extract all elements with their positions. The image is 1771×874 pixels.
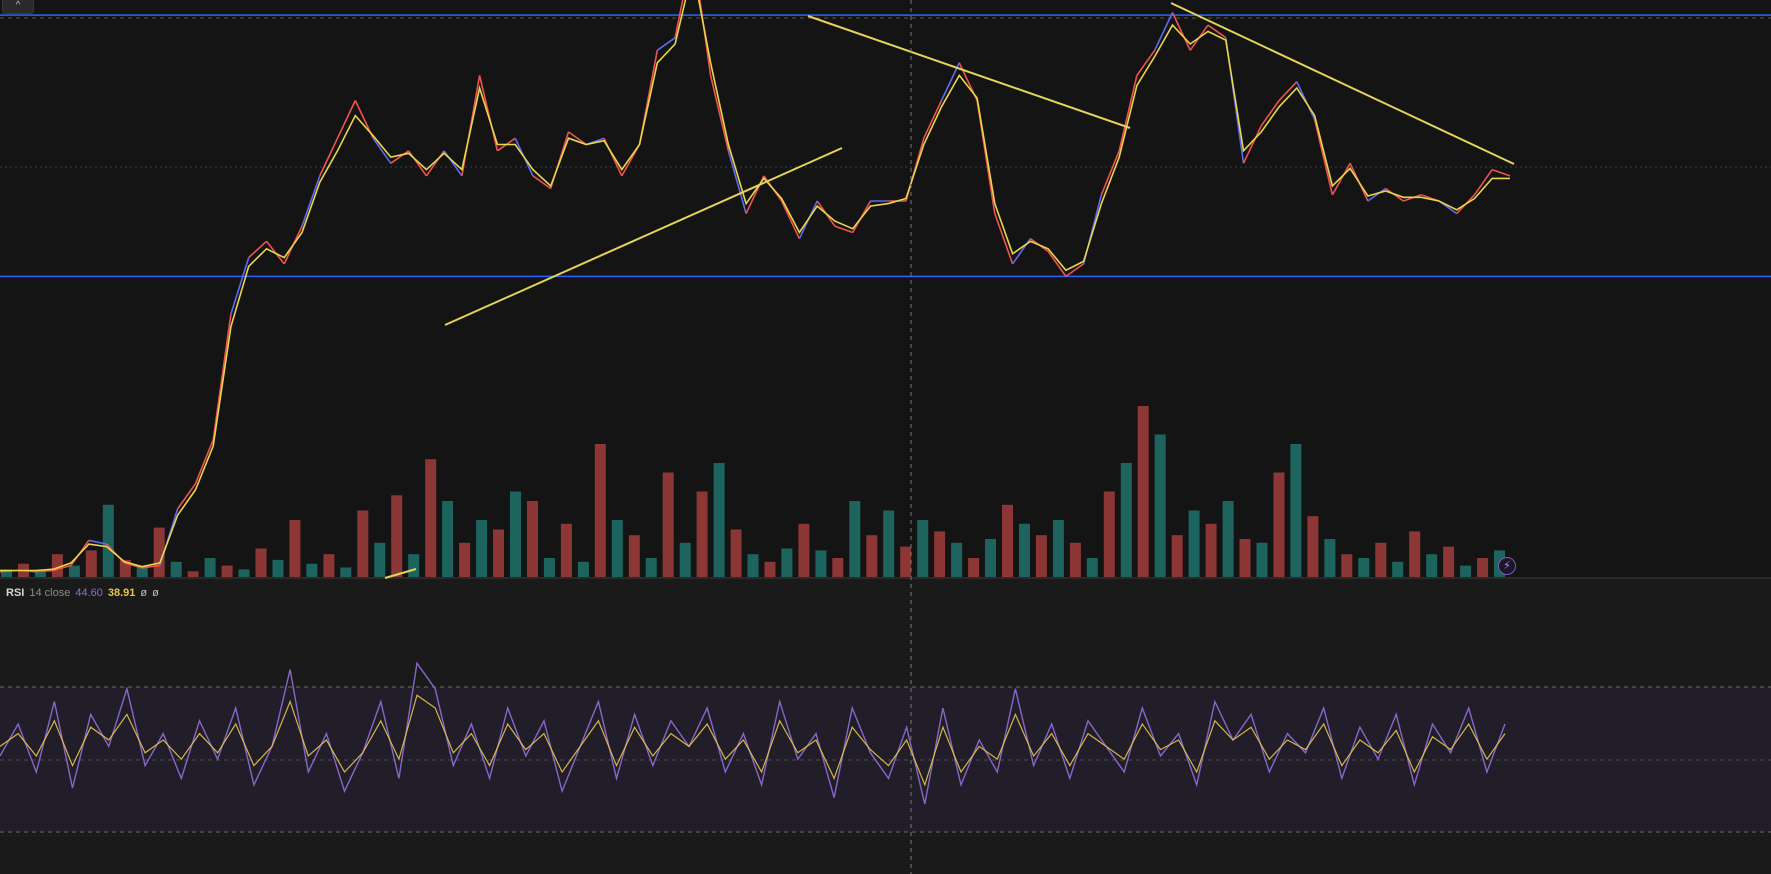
volume-bar — [730, 529, 742, 577]
volume-bar — [781, 548, 793, 577]
volume-bar — [1443, 546, 1455, 577]
volume-bar — [951, 542, 963, 577]
volume-bar — [594, 444, 606, 577]
volume-bar — [238, 569, 250, 577]
volume-bar — [560, 523, 572, 577]
volume-bar — [679, 542, 691, 577]
volume-bar — [1273, 472, 1285, 577]
volume-bar — [323, 554, 335, 577]
volume-bar — [934, 531, 946, 577]
volume-bar — [187, 571, 199, 577]
volume-bar — [1307, 516, 1319, 577]
volume-bar — [1035, 535, 1047, 577]
volume-bar — [849, 501, 861, 577]
rsi-legend-value: 44.60 — [75, 587, 103, 599]
volume-bar — [645, 558, 657, 577]
volume-bar — [1086, 558, 1098, 577]
volume-bar — [1426, 554, 1438, 577]
volume-bar — [1154, 434, 1166, 577]
volume-bar — [628, 535, 640, 577]
volume-bar — [968, 558, 980, 577]
volume-bar — [1409, 531, 1421, 577]
volume-bar — [85, 550, 97, 577]
volume-bar — [1205, 523, 1217, 577]
volume-bar — [611, 520, 623, 577]
rsi-legend[interactable]: RSI 14 close 44.60 38.91 ø ø — [6, 585, 164, 601]
volume-bar — [1477, 558, 1489, 577]
volume-bar — [408, 554, 420, 577]
volume-bar — [459, 542, 471, 577]
volume-bar — [391, 495, 403, 577]
volume-bar — [1171, 535, 1183, 577]
volume-bar — [102, 504, 114, 577]
volume-bar — [204, 558, 216, 577]
volume-bar — [696, 491, 708, 577]
rsi-legend-ma-value: 38.91 — [107, 587, 136, 599]
volume-bar — [340, 567, 352, 577]
volume-bar — [543, 558, 555, 577]
volume-bar — [1358, 558, 1370, 577]
volume-bar — [289, 520, 301, 577]
chart-app[interactable]: ^ RSI 14 close 44.60 38.91 ø ø ⚡ — [0, 0, 1771, 874]
volume-bar — [713, 463, 725, 577]
volume-bar — [1290, 444, 1302, 577]
replay-lightning-icon[interactable]: ⚡ — [1498, 557, 1516, 575]
volume-bar — [493, 529, 504, 577]
volume-bar — [1375, 542, 1387, 577]
volume-bar — [747, 554, 759, 577]
volume-bar — [221, 565, 233, 577]
rsi-legend-name: RSI — [6, 587, 25, 599]
volume-bar — [272, 559, 284, 577]
volume-bar — [1392, 561, 1404, 577]
volume-bar — [306, 563, 318, 577]
volume-bar — [866, 535, 878, 577]
volume-bar — [1137, 406, 1149, 577]
volume-bar — [1188, 510, 1200, 577]
volume-bar — [764, 561, 776, 577]
volume-bar — [255, 548, 267, 577]
volume-bar — [1120, 463, 1132, 577]
rsi-legend-na-2: ø — [152, 587, 159, 599]
volume-bar — [1052, 520, 1064, 577]
volume-bar — [1019, 523, 1030, 577]
volume-bar — [510, 491, 521, 577]
price-pane-background — [0, 0, 1771, 578]
volume-bar — [1324, 539, 1336, 577]
volume-bar — [1239, 539, 1251, 577]
volume-bar — [442, 501, 454, 577]
volume-bar — [476, 520, 488, 577]
volume-bar — [68, 565, 80, 577]
volume-bar — [577, 561, 589, 577]
volume-bar — [1002, 504, 1013, 577]
volume-bar — [985, 539, 996, 577]
volume-bar — [357, 510, 369, 577]
volume-bar — [917, 520, 929, 577]
volume-bar — [798, 523, 810, 577]
volume-bar — [1256, 542, 1268, 577]
volume-bar — [900, 546, 912, 577]
volume-bar — [1103, 491, 1115, 577]
volume-bar — [662, 472, 674, 577]
volume-bar — [1460, 565, 1472, 577]
volume-bar — [374, 542, 386, 577]
volume-bar — [832, 558, 844, 577]
volume-bar — [527, 501, 538, 577]
chart-canvas[interactable] — [0, 0, 1771, 874]
rsi-legend-na-1: ø — [140, 587, 148, 599]
volume-bar — [425, 459, 437, 577]
volume-bar — [1069, 542, 1081, 577]
rsi-legend-params: 14 close — [29, 587, 71, 599]
volume-bar — [136, 567, 148, 577]
volume-bar — [170, 561, 182, 577]
volume-bar — [815, 550, 827, 577]
collapse-pane-button[interactable]: ^ — [2, 0, 34, 14]
volume-bar — [1341, 554, 1353, 577]
volume-bar — [1222, 501, 1234, 577]
volume-bar — [883, 510, 895, 577]
